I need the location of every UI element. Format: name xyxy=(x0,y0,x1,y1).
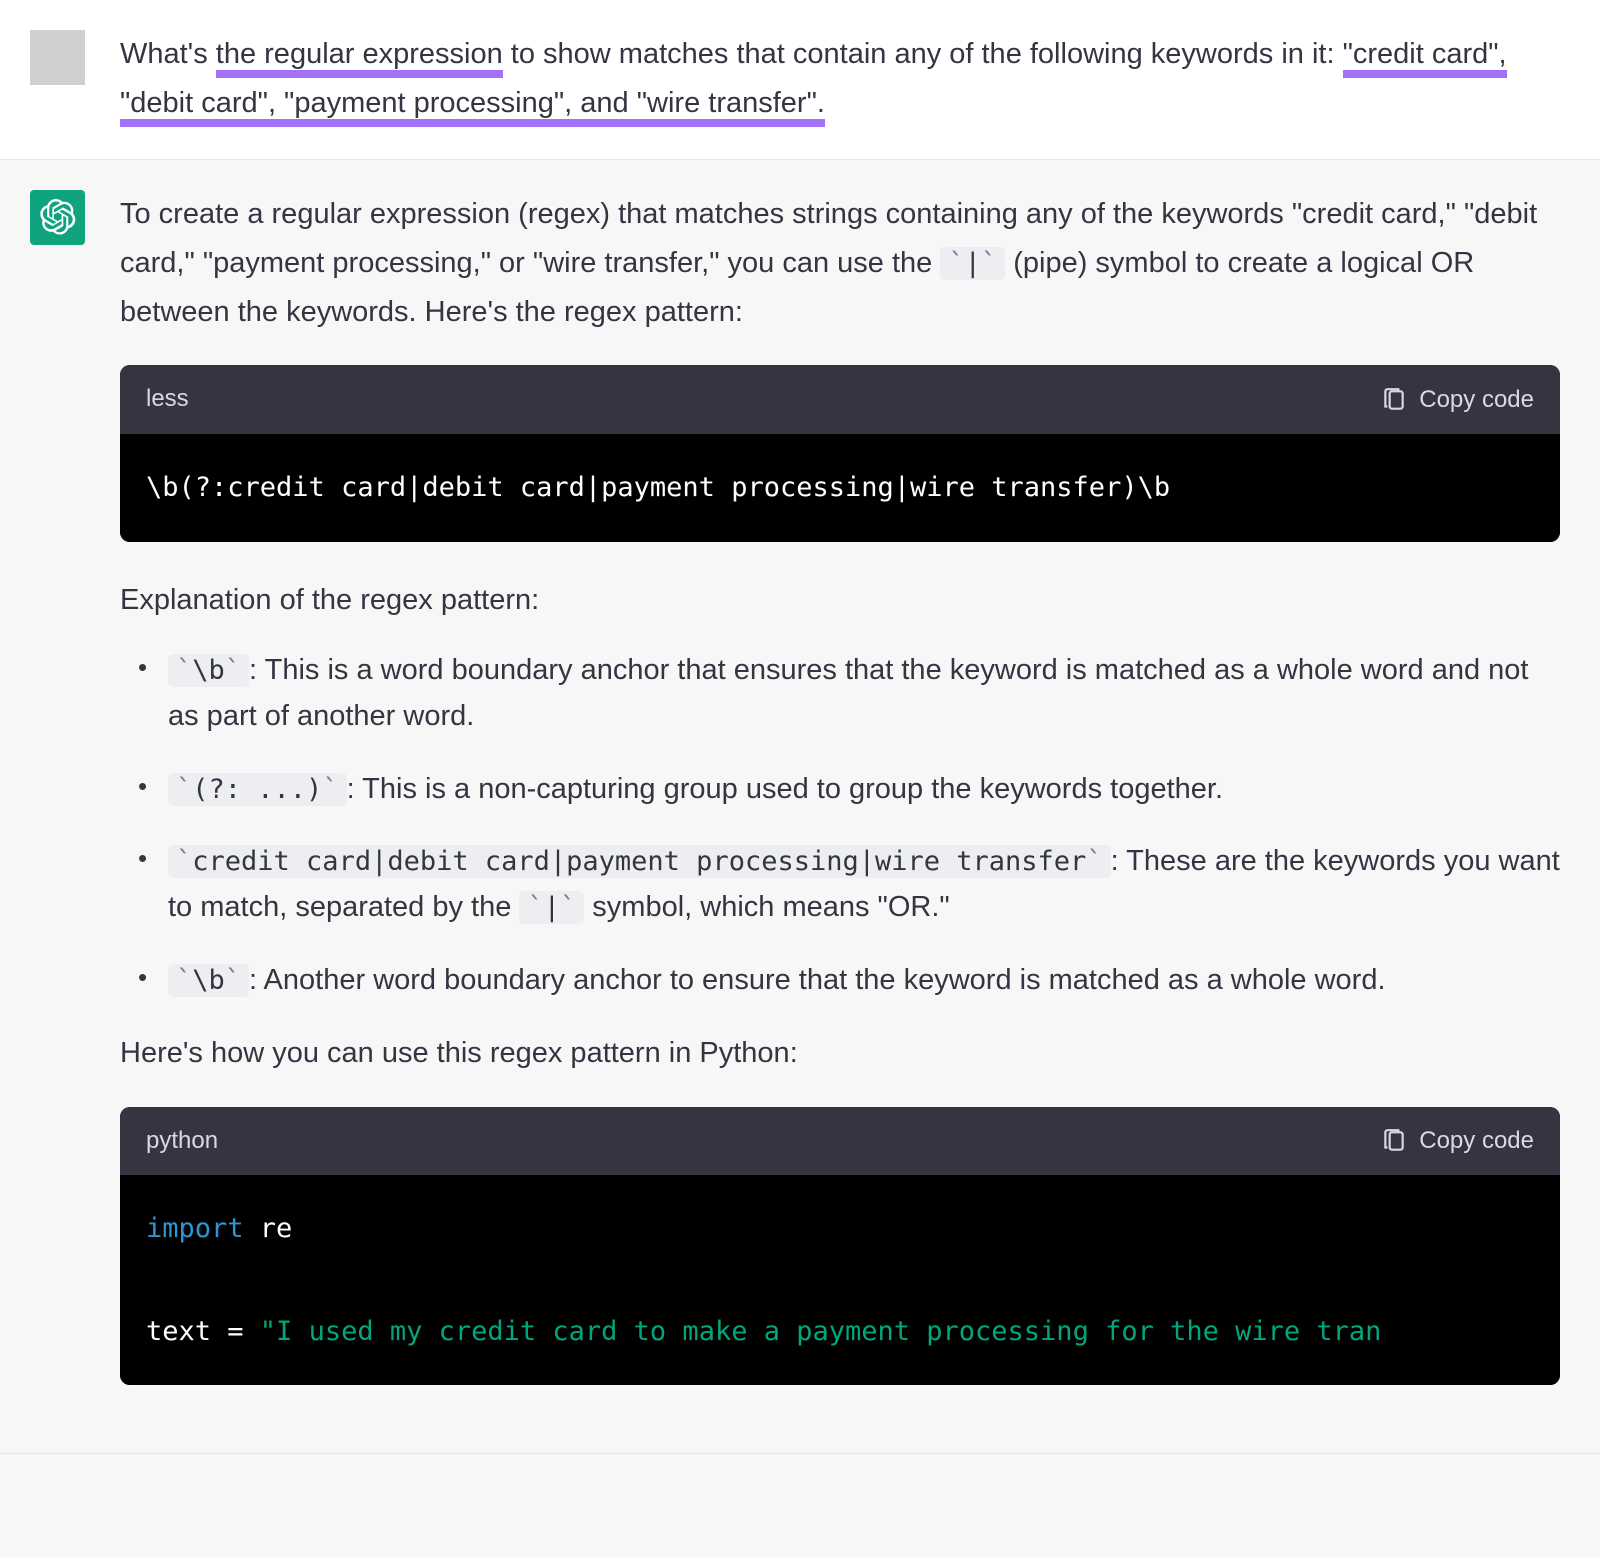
code-text: \b xyxy=(192,655,225,686)
copy-label: Copy code xyxy=(1419,1127,1534,1155)
copy-code-button[interactable]: Copy code xyxy=(1381,386,1534,414)
user-text: What's the regular expression to show ma… xyxy=(120,30,1560,129)
clipboard-icon xyxy=(1381,1128,1407,1154)
usage-intro: Here's how you can use this regex patter… xyxy=(120,1029,1560,1078)
copy-code-button[interactable]: Copy code xyxy=(1381,1127,1534,1155)
code-lang-label: python xyxy=(146,1121,218,1162)
list-item: `(?: ...)`: This is a non-capturing grou… xyxy=(138,766,1560,812)
bullet-text: : This is a word boundary anchor that en… xyxy=(168,654,1528,732)
user-q-underline-1: the regular expression xyxy=(216,38,503,78)
bullet-text: : This is a non-capturing group used to … xyxy=(347,773,1223,805)
list-item: `\b`: This is a word boundary anchor tha… xyxy=(138,647,1560,740)
token-keyword: import xyxy=(146,1213,244,1244)
list-item: `credit card|debit card|payment processi… xyxy=(138,838,1560,931)
inline-code: `(?: ...)` xyxy=(168,773,347,806)
pipe-symbol: | xyxy=(965,248,981,279)
copy-label: Copy code xyxy=(1419,386,1534,414)
code-block-python: python Copy code import re text = "I use… xyxy=(120,1107,1560,1386)
bullet-text-b: symbol, which means "OR." xyxy=(584,891,949,923)
user-q-p1: What's xyxy=(120,38,216,70)
pipe-symbol: | xyxy=(544,892,560,923)
user-q-p2: to show matches that contain any of the … xyxy=(503,38,1343,70)
assistant-avatar xyxy=(30,190,85,245)
token-plain: text = xyxy=(146,1316,260,1347)
token-string: "I used my credit card to make a payment… xyxy=(260,1316,1382,1347)
explanation-heading: Explanation of the regex pattern: xyxy=(120,576,1560,625)
inline-code: `credit card|debit card|payment processi… xyxy=(168,845,1111,878)
code-text: \b xyxy=(192,965,225,996)
openai-logo-icon xyxy=(40,199,76,235)
explanation-list: `\b`: This is a word boundary anchor tha… xyxy=(120,647,1560,1003)
assistant-message: To create a regular expression (regex) t… xyxy=(0,160,1600,1455)
assistant-intro: To create a regular expression (regex) t… xyxy=(120,190,1560,338)
code-body-regex[interactable]: \b(?:credit card|debit card|payment proc… xyxy=(120,434,1560,541)
code-body-python[interactable]: import re text = "I used my credit card … xyxy=(120,1175,1560,1385)
user-message: What's the regular expression to show ma… xyxy=(0,0,1600,160)
inline-code: `\b` xyxy=(168,654,249,687)
assistant-content: To create a regular expression (regex) t… xyxy=(120,190,1560,1414)
code-block-regex: less Copy code \b(?:credit card|debit ca… xyxy=(120,365,1560,541)
token-plain: re xyxy=(244,1213,293,1244)
inline-code-pipe: `|` xyxy=(519,891,584,924)
list-item: `\b`: Another word boundary anchor to en… xyxy=(138,957,1560,1003)
user-avatar xyxy=(30,30,85,85)
code-header: python Copy code xyxy=(120,1107,1560,1176)
inline-code-pipe: `|` xyxy=(940,247,1005,280)
code-text: (?: ...) xyxy=(192,774,322,805)
inline-code: `\b` xyxy=(168,964,249,997)
code-text: credit card|debit card|payment processin… xyxy=(192,846,1086,877)
code-lang-label: less xyxy=(146,379,189,420)
bullet-text: : Another word boundary anchor to ensure… xyxy=(249,964,1385,996)
clipboard-icon xyxy=(1381,387,1407,413)
code-header: less Copy code xyxy=(120,365,1560,434)
